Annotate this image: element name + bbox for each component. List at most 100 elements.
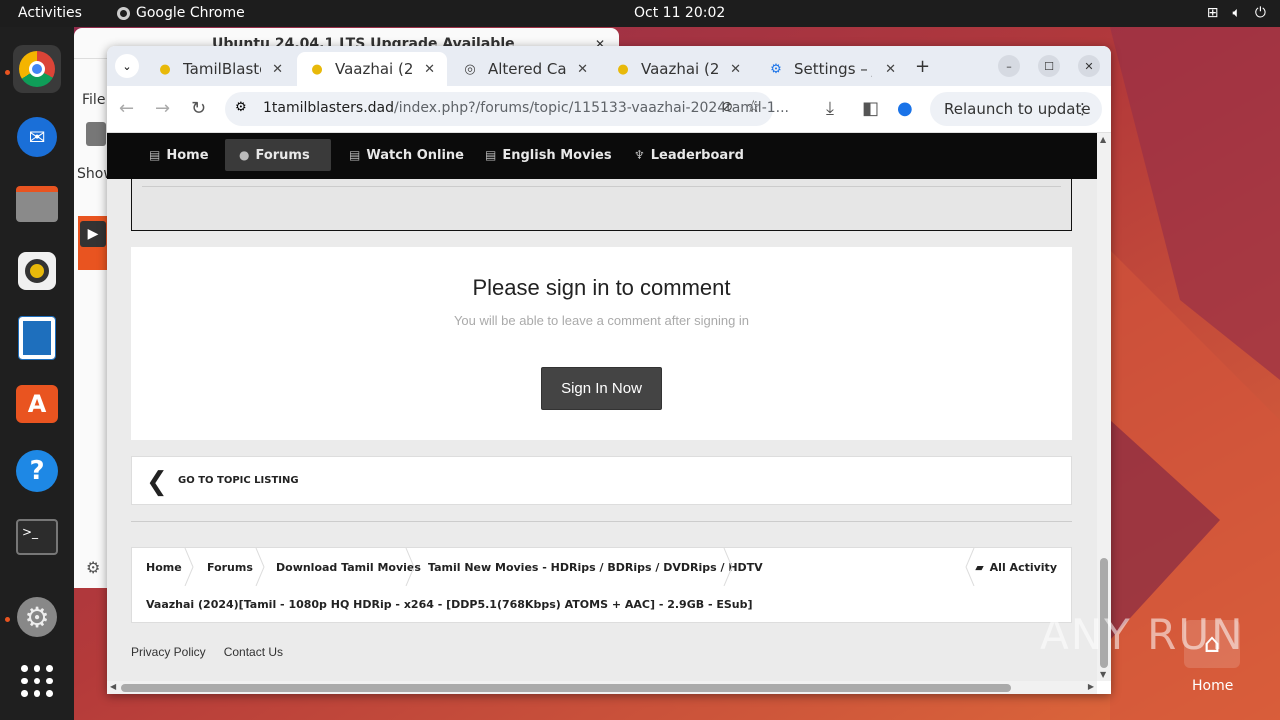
system-top-bar: Activities Google Chrome Oct 11 20:02 ⊞ … — [0, 0, 1280, 27]
breadcrumb-tamil-new-movies[interactable]: Tamil New Movies - HDRips / BDRips / DVD… — [428, 548, 763, 586]
all-activity-link[interactable]: ▰ All Activity — [975, 548, 1057, 586]
home-folder-icon[interactable]: ⌂ — [1184, 620, 1240, 668]
tab-vaazhai-2[interactable]: ● Vaazhai (2024) ✕ — [603, 52, 753, 86]
nav-watch-online[interactable]: ▤ Watch Online — [335, 139, 478, 171]
sign-in-panel: Please sign in to comment You will be ab… — [131, 247, 1072, 440]
dock-chrome[interactable] — [13, 45, 61, 93]
dock: ✉ A ? >_ ⚙ — [0, 27, 74, 720]
tab-title: Altered Carbon — [488, 60, 566, 78]
back-button[interactable]: ← — [119, 98, 134, 119]
privacy-policy-link[interactable]: Privacy Policy — [131, 645, 206, 659]
reload-button[interactable]: ↻ — [191, 98, 206, 119]
sign-in-subtext: You will be able to leave a comment afte… — [453, 313, 750, 328]
system-tray[interactable]: ⊞ 🔈︎ ⏻ — [1207, 5, 1266, 21]
tab-vaazhai-active[interactable]: ● Vaazhai (2024) ✕ — [297, 52, 447, 86]
dock-app-center[interactable]: A — [13, 380, 61, 428]
breadcrumb-download-tamil-movies[interactable]: Download Tamil Movies — [276, 548, 421, 586]
dock-files[interactable] — [13, 180, 61, 228]
nav-forums[interactable]: ● Forums — [225, 139, 331, 171]
gear-icon[interactable]: ⚙ — [86, 558, 100, 577]
help-icon: ? — [16, 450, 58, 492]
bookmark-star-icon[interactable]: ☆ — [746, 97, 761, 117]
folder-icon — [86, 122, 106, 146]
close-window-button[interactable]: ✕ — [1078, 55, 1100, 77]
tab-settings[interactable]: ⚙ Settings – JavaScript ✕ — [756, 52, 908, 86]
site-navbar: ▤ Home ● Forums ▤ Watch Online ▤ English Mov… — [107, 133, 1097, 179]
breadcrumb-current-topic: Vaazhai (2024)[Tamil - 1080p HQ HDRip - … — [146, 598, 753, 611]
dock-rhythmbox[interactable] — [13, 247, 61, 295]
close-icon[interactable]: ✕ — [730, 62, 741, 77]
nav-leaderboard[interactable]: ♆ Leaderboard — [620, 139, 758, 171]
browser-window: ⌄ ● TamilBlasters ✕ ● Vaazhai (2024) ✕ ◎… — [107, 46, 1111, 694]
close-icon[interactable]: ✕ — [424, 62, 435, 77]
scroll-up-icon[interactable]: ▲ — [1100, 135, 1106, 144]
scroll-thumb[interactable] — [121, 684, 1011, 692]
nav-label: English Movies — [502, 147, 612, 163]
breadcrumb-forums[interactable]: Forums — [207, 548, 253, 586]
nav-home[interactable]: ▤ Home — [135, 139, 223, 171]
breadcrumb-home[interactable]: Home — [146, 548, 182, 586]
sign-in-now-button[interactable]: Sign In Now — [541, 367, 662, 410]
scroll-right-icon[interactable]: ▶ — [1088, 682, 1094, 691]
site-info-icon[interactable]: ⚙ — [235, 100, 247, 115]
network-icon: ⊞ — [1206, 5, 1219, 21]
terminal-icon: >_ — [16, 519, 58, 555]
power-icon: ⏻ — [1254, 5, 1266, 21]
folder-open-icon: ▰ — [975, 560, 984, 574]
dock-settings[interactable]: ⚙ — [13, 593, 61, 641]
minimize-button[interactable]: – — [998, 55, 1020, 77]
clock[interactable]: Oct 11 20:02 — [634, 5, 725, 21]
app-menu[interactable]: Google Chrome — [117, 5, 245, 21]
dock-terminal[interactable]: >_ — [13, 513, 61, 561]
nav-english-movies[interactable]: ▤ English Movies — [471, 139, 626, 171]
maximize-button[interactable]: ☐ — [1038, 55, 1060, 77]
dock-writer[interactable] — [13, 314, 61, 362]
close-icon[interactable]: ✕ — [272, 62, 283, 77]
address-bar[interactable]: ⚙ 1tamilblasters.dad/index.php?/forums/t… — [225, 92, 789, 126]
profile-avatar-icon[interactable]: ● — [897, 98, 913, 119]
app-center-icon: A — [16, 385, 58, 423]
go-to-topic-listing[interactable]: ❮ GO TO TOPIC LISTING — [131, 456, 1072, 505]
tab-search-button[interactable]: ⌄ — [115, 54, 139, 78]
tab-tamilblasters[interactable]: ● TamilBlasters ✕ — [145, 52, 295, 86]
new-tab-button[interactable]: + — [915, 56, 930, 77]
url-text[interactable]: 1tamilblasters.dad/index.php?/forums/top… — [263, 100, 789, 116]
relaunch-to-update-button[interactable]: Relaunch to update ⋮ — [930, 92, 1102, 126]
tab-title: Vaazhai (2024) — [335, 60, 413, 78]
chat-icon: ● — [239, 148, 250, 162]
breadcrumb-separator — [405, 548, 415, 586]
tab-title: TamilBlasters — [183, 60, 261, 78]
dock-show-apps[interactable] — [13, 657, 61, 705]
contact-us-link[interactable]: Contact Us — [224, 645, 283, 659]
browser-toolbar: ← → ↻ ⚙ 1tamilblasters.dad/index.php?/fo… — [107, 86, 1111, 133]
kebab-menu-icon[interactable]: ⋮ — [1075, 100, 1090, 118]
horizontal-scrollbar[interactable]: ◀ ▶ — [107, 681, 1097, 694]
tracking-off-icon[interactable]: ⊘ — [721, 99, 733, 115]
settings-icon: ⚙ — [17, 597, 57, 637]
close-icon[interactable]: ✕ — [885, 62, 896, 77]
favicon-icon: ● — [311, 61, 323, 77]
close-icon[interactable]: ✕ — [577, 62, 588, 77]
scroll-left-icon[interactable]: ◀ — [110, 682, 116, 691]
document-icon: ▤ — [149, 148, 161, 162]
activities-button[interactable]: Activities — [18, 5, 82, 21]
app-name: Google Chrome — [136, 5, 245, 21]
running-indicator — [5, 70, 10, 75]
files-icon — [16, 186, 58, 222]
running-indicator — [5, 617, 10, 622]
tab-title: Vaazhai (2024) — [641, 60, 719, 78]
tab-altered-carbon[interactable]: ◎ Altered Carbon ✕ — [450, 52, 600, 86]
forward-button[interactable]: → — [155, 98, 170, 119]
dock-thunderbird[interactable]: ✉ — [13, 113, 61, 161]
globe-icon: ◎ — [464, 61, 476, 77]
download-icon[interactable]: ⤓ — [826, 98, 834, 119]
thunderbird-icon: ✉ — [17, 117, 57, 157]
dock-help[interactable]: ? — [13, 447, 61, 495]
scroll-down-icon[interactable]: ▼ — [1100, 670, 1106, 679]
previous-post-box — [131, 179, 1072, 231]
volume-icon: 🔈︎ — [1232, 5, 1241, 21]
play-icon[interactable]: ▶ — [80, 221, 106, 247]
go-to-topic-label: GO TO TOPIC LISTING — [178, 475, 299, 486]
vertical-scrollbar[interactable]: ▲ ▼ — [1097, 133, 1111, 681]
side-panel-icon[interactable]: ◧ — [862, 98, 879, 119]
